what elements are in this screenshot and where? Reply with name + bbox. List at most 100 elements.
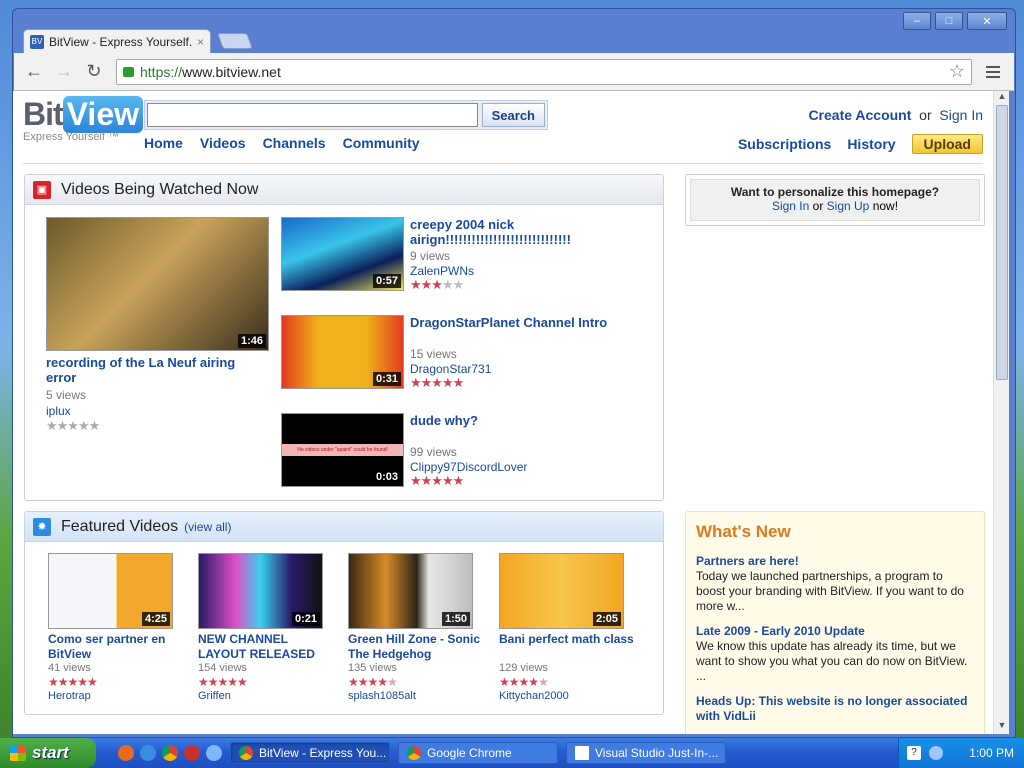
- history-link[interactable]: History: [847, 136, 895, 152]
- nav-home[interactable]: Home: [144, 135, 183, 151]
- video-duration: 0:21: [291, 612, 320, 626]
- user-nav: Subscriptions History Upload: [738, 134, 983, 154]
- video-title-link[interactable]: Green Hill Zone - Sonic The Hedgehog: [348, 632, 488, 662]
- video-thumbnail[interactable]: No videos under "apaint" could be found!…: [281, 413, 404, 487]
- scroll-up-arrow-icon[interactable]: ▲: [996, 91, 1008, 103]
- account-or: or: [919, 107, 932, 123]
- video-duration: 4:25: [141, 612, 170, 626]
- firefox-icon[interactable]: [118, 745, 134, 761]
- whats-new-box: What's New Partners are here! Today we l…: [685, 511, 985, 734]
- taskbar-item[interactable]: Google Chrome: [398, 742, 558, 764]
- video-duration: 0:03: [372, 470, 401, 484]
- address-bar[interactable]: https:// www.bitview.net ☆: [116, 58, 972, 85]
- close-window-button[interactable]: ✕: [967, 12, 1007, 30]
- video-user-link[interactable]: Herotrap: [48, 690, 91, 702]
- page-scrollbar[interactable]: ▲ ▼: [993, 91, 1009, 734]
- video-user-link[interactable]: iplux: [46, 404, 71, 418]
- reload-icon[interactable]: ↻: [82, 60, 106, 84]
- rating-stars: ★★★★★: [46, 418, 100, 433]
- search-input[interactable]: [147, 103, 478, 127]
- news-title-link[interactable]: Late 2009 - Early 2010 Update: [696, 624, 974, 639]
- thumbnail-caption: No videos under "apaint" could be found!: [282, 444, 403, 456]
- view-all-link[interactable]: (view all): [184, 520, 231, 534]
- upload-button[interactable]: Upload: [911, 134, 983, 154]
- start-button[interactable]: start: [0, 738, 96, 768]
- star-badge-icon: ✸: [33, 517, 51, 536]
- sign-in-link[interactable]: Sign In: [939, 107, 983, 123]
- clock: 1:00 PM: [969, 746, 1014, 760]
- tab-close-icon[interactable]: ×: [197, 35, 204, 49]
- video-thumbnail[interactable]: 4:25: [48, 553, 173, 629]
- logo-view: View: [62, 96, 143, 133]
- chrome-icon: [407, 746, 421, 760]
- personalize-sign-up-link[interactable]: Sign Up: [827, 199, 870, 213]
- personalize-inner: Want to personalize this homepage? Sign …: [690, 179, 980, 221]
- browser-tab[interactable]: BV BitView - Express Yourself. ×: [23, 29, 211, 53]
- rating-stars: ★★★★★: [410, 277, 464, 292]
- nav-channels[interactable]: Channels: [263, 135, 326, 151]
- video-duration: 1:50: [441, 612, 470, 626]
- video-views: 129 views: [499, 662, 548, 674]
- minimize-button[interactable]: –: [903, 12, 931, 30]
- bookmark-star-icon[interactable]: ☆: [949, 61, 965, 82]
- video-user-link[interactable]: Griffen: [198, 690, 231, 702]
- scroll-thumb[interactable]: [996, 105, 1008, 380]
- forward-arrow-icon[interactable]: →: [52, 60, 76, 84]
- news-title-link[interactable]: Heads Up: This website is no longer asso…: [696, 694, 974, 724]
- video-title-link[interactable]: Como ser partner en BitView: [48, 632, 188, 662]
- back-arrow-icon[interactable]: ←: [22, 60, 46, 84]
- news-item: Late 2009 - Early 2010 Update We know th…: [696, 624, 974, 684]
- logo-bit: Bit: [23, 96, 64, 132]
- bitview-logo[interactable]: Bit View Express Yourself ™: [23, 96, 143, 143]
- bitview-favicon-icon: BV: [30, 34, 44, 49]
- news-title-link[interactable]: Partners are here!: [696, 554, 974, 569]
- video-thumbnail[interactable]: 1:46: [46, 217, 269, 351]
- chrome-menu-icon[interactable]: [980, 60, 1006, 84]
- network-icon[interactable]: [929, 746, 943, 760]
- taskbar-item[interactable]: Visual Studio Just-In-...: [566, 742, 726, 764]
- taskbar-item[interactable]: BitView - Express You...: [230, 742, 390, 764]
- video-duration: 1:46: [237, 334, 266, 348]
- personalize-box: Want to personalize this homepage? Sign …: [685, 174, 985, 226]
- news-body: We know this update has already its time…: [696, 639, 968, 683]
- video-user-link[interactable]: DragonStar731: [410, 362, 491, 376]
- nav-videos[interactable]: Videos: [200, 135, 246, 151]
- personalize-sign-in-link[interactable]: Sign In: [772, 199, 809, 213]
- rating-stars: ★★★★★: [410, 375, 464, 390]
- maximize-button[interactable]: □: [935, 12, 963, 30]
- video-user-link[interactable]: Kittychan2000: [499, 690, 569, 702]
- create-account-link[interactable]: Create Account: [808, 107, 911, 123]
- search-button[interactable]: Search: [481, 103, 545, 127]
- video-thumbnail[interactable]: 0:57: [281, 217, 404, 291]
- video-title-link[interactable]: Bani perfect math class: [499, 632, 639, 647]
- internet-explorer-icon[interactable]: [140, 745, 156, 761]
- news-item: Partners are here! Today we launched par…: [696, 554, 974, 614]
- watched-now-heading: Videos Being Watched Now: [61, 180, 259, 198]
- explorer-icon[interactable]: [206, 745, 222, 761]
- video-views: 154 views: [198, 662, 247, 674]
- browser-toolbar: ← → ↻ https:// www.bitview.net ☆: [14, 53, 1014, 91]
- chrome-icon[interactable]: [162, 745, 178, 761]
- video-user-link[interactable]: Clippy97DiscordLover: [410, 460, 527, 474]
- video-thumbnail[interactable]: 1:50: [348, 553, 473, 629]
- new-tab-button[interactable]: [217, 33, 253, 49]
- rating-stars: ★★★★★: [410, 473, 464, 488]
- url-scheme: https://: [140, 63, 183, 80]
- video-user-link[interactable]: ZalenPWNs: [410, 264, 474, 278]
- nav-community[interactable]: Community: [343, 135, 420, 151]
- video-title-link[interactable]: dude why?: [410, 413, 650, 428]
- video-user-link[interactable]: splash1085alt: [348, 690, 416, 702]
- video-views: 99 views: [410, 445, 457, 459]
- video-thumbnail[interactable]: 0:31: [281, 315, 404, 389]
- subscriptions-link[interactable]: Subscriptions: [738, 136, 831, 152]
- video-thumbnail[interactable]: 2:05: [499, 553, 624, 629]
- video-title-link[interactable]: creepy 2004 nick airign!!!!!!!!!!!!!!!!!…: [410, 217, 580, 247]
- video-title-link[interactable]: DragonStarPlanet Channel Intro: [410, 315, 650, 330]
- video-thumbnail[interactable]: 0:21: [198, 553, 323, 629]
- video-title-link[interactable]: NEW CHANNEL LAYOUT RELEASED: [198, 632, 338, 662]
- scroll-down-arrow-icon[interactable]: ▼: [996, 720, 1008, 732]
- help-icon[interactable]: ?: [907, 746, 921, 760]
- watched-now-box: ▣ Videos Being Watched Now 1:46 recordin…: [24, 174, 664, 501]
- video-title-link[interactable]: recording of the La Neuf airing error: [46, 355, 266, 385]
- opera-icon[interactable]: [184, 745, 200, 761]
